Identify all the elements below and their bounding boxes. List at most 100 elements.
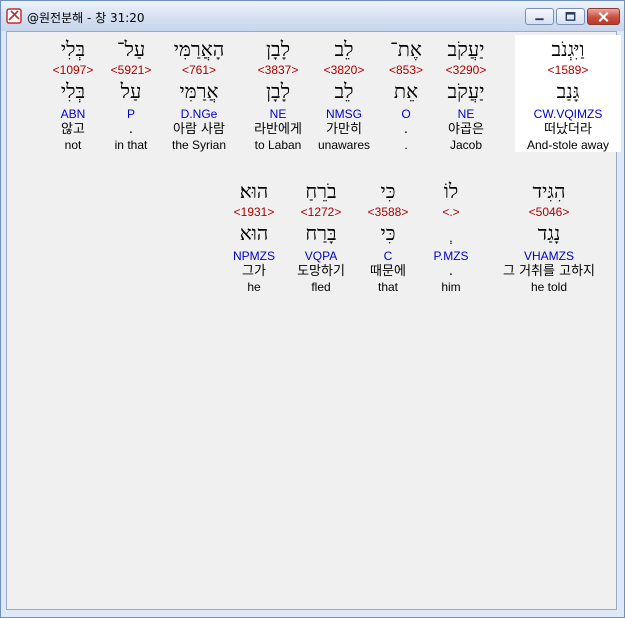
parse-code: ABN (60, 107, 86, 121)
parse-code: NE (269, 107, 287, 121)
strong-number: <1097> (52, 63, 94, 77)
strong-number: <3820> (323, 63, 365, 77)
hebrew-word: בֹרֵחַ (305, 179, 337, 203)
hebrew-word: הוּא׃ (239, 179, 269, 203)
hebrew-word: כִּי (380, 179, 396, 203)
parse-code: O (401, 107, 411, 121)
hebrew-word: הָאֲרַמִּי (173, 37, 225, 61)
english-gloss: Jacob (449, 138, 483, 152)
english-gloss: . (404, 138, 408, 152)
hebrew-word: וַיִּגְנֹב (551, 37, 585, 61)
english-gloss: fled (311, 280, 331, 294)
word-column[interactable]: הוּא׃ <1931> הוּא NPMZS 그가 he (229, 177, 279, 294)
korean-gloss: 아람 사람 (173, 122, 225, 137)
strong-number: <3290> (445, 63, 487, 77)
lemma-word: יַעֲקֹב (447, 79, 485, 103)
word-column[interactable]: בְּלִי <1097> בְּלִי ABN 않고 not (48, 35, 98, 152)
lemma-word: נָגַד (537, 221, 561, 245)
korean-gloss: 도망하기 (297, 264, 345, 279)
parse-code: NPMZS (233, 249, 275, 263)
strong-number: <1589> (547, 63, 589, 77)
lemma-word: אֲרַמִּי (179, 79, 219, 103)
korean-gloss: . (403, 122, 409, 137)
parse-code: P.MZS (433, 249, 469, 263)
parse-code: C (383, 249, 393, 263)
word-column[interactable]: כִּי <3588> כִּי C 때문에 that (366, 177, 410, 294)
hebrew-word: הִגִּיד (532, 179, 566, 203)
word-column[interactable]: יַעֲקֹב <3290> יַעֲקֹב NE 야곱은 Jacob (436, 35, 496, 152)
app-window: @원전분해 - 창 31:20 וַיִּגְנֹב <1589> גָּנַב CW… (0, 0, 625, 618)
strong-number: <3837> (257, 63, 299, 77)
english-gloss: not (64, 138, 82, 152)
word-column[interactable]: הִגִּיד <5046> נָגַד VHAMZS 그 거취를 고하지 he told (489, 177, 609, 294)
lemma-word: בְּלִי (60, 79, 86, 103)
title-bar[interactable]: @원전분해 - 창 31:20 (1, 1, 624, 31)
minimize-button[interactable] (525, 8, 554, 25)
minimize-icon (535, 18, 544, 21)
hebrew-word: אֶת־ (390, 37, 422, 61)
english-gloss: him (441, 280, 461, 294)
parse-code: D.NGe (180, 107, 218, 121)
parse-code: CW.VQIMZS (533, 107, 603, 121)
parse-code: NE (457, 107, 475, 121)
strong-number: <.> (442, 205, 460, 219)
window-title: @원전분해 - 창 31:20 (27, 11, 145, 25)
english-gloss: And-stole away (526, 138, 610, 152)
word-column[interactable]: לֵב <3820> לֵב NMSG 가만히 unawares (314, 35, 374, 152)
word-column[interactable]: עַל־ <5921> עַל P. in that (105, 35, 157, 152)
english-gloss: the Syrian (171, 138, 227, 152)
restore-icon (565, 12, 576, 21)
strong-number: <3588> (367, 205, 409, 219)
korean-gloss: 야곱은 (448, 122, 484, 137)
lemma-word: כִּי (380, 221, 396, 245)
word-column[interactable]: הָאֲרַמִּי <761> אֲרַמִּי D.NGe 아람 사람 the Syr… (161, 35, 237, 152)
korean-gloss: 라반에게 (254, 122, 302, 137)
lemma-word: ְ (429, 219, 473, 247)
parse-code: NMSG (326, 107, 362, 121)
english-gloss: that (377, 280, 398, 294)
analysis-pane: וַיִּגְנֹב <1589> גָּנַב CW.VQIMZS 떠났더라 And-s… (6, 31, 621, 610)
lemma-word: לָבָן (265, 79, 291, 103)
lemma-word: הוּא (239, 221, 269, 245)
strong-number: <1272> (300, 205, 342, 219)
hebrew-word: יַעֲקֹב (447, 37, 485, 61)
korean-gloss: 그 거취를 고하지 (503, 264, 595, 279)
word-column[interactable]: לָבָן <3837> לָבָן NE 라반에게 to Laban (242, 35, 314, 152)
word-column[interactable]: וַיִּגְנֹב <1589> גָּנַב CW.VQIMZS 떠났더라 And-s… (515, 35, 621, 152)
hebrew-word: בְּלִי (60, 37, 86, 61)
strong-number: <1931> (233, 205, 275, 219)
word-column[interactable]: אֶת־ <853> אֵת O.. (386, 35, 426, 152)
strong-number: <5921> (110, 63, 152, 77)
hebrew-word: לוֹ (443, 179, 459, 203)
korean-gloss: 때문에 (370, 264, 406, 279)
korean-gloss: 가만히 (326, 122, 362, 137)
english-gloss: unawares (317, 138, 371, 152)
english-gloss: he (247, 280, 261, 294)
parse-code: VHAMZS (523, 249, 574, 263)
english-gloss: in that (114, 138, 148, 152)
korean-gloss: . (128, 122, 134, 137)
korean-gloss: . (448, 264, 454, 279)
strong-number: <761> (181, 63, 217, 77)
strong-number: <5046> (528, 205, 570, 219)
lemma-word: לֵב (334, 79, 354, 103)
hebrew-word: עַל־ (116, 37, 146, 61)
korean-gloss: 않고 (61, 122, 85, 137)
lemma-word: גָּנַב (556, 79, 580, 103)
lemma-word: עַל (120, 79, 142, 103)
maximize-button[interactable] (556, 8, 585, 25)
korean-gloss: 떠났더라 (544, 122, 592, 137)
close-icon (598, 12, 609, 22)
hebrew-word: לָבָן (265, 37, 291, 61)
word-column[interactable]: בֹרֵחַ <1272> בָּרַח VQPA 도망하기 fled (291, 177, 351, 294)
app-icon[interactable] (6, 8, 22, 24)
parse-code: VQPA (304, 249, 338, 263)
korean-gloss: 그가 (242, 264, 266, 279)
hebrew-word: לֵב (334, 37, 354, 61)
close-button[interactable] (587, 8, 620, 25)
english-gloss: he told (530, 280, 568, 294)
strong-number: <853> (388, 63, 424, 77)
word-column[interactable]: לוֹ <.>ְ P.MZS.him (429, 177, 473, 294)
english-gloss: to Laban (254, 138, 302, 152)
lemma-word: אֵת (393, 79, 419, 103)
